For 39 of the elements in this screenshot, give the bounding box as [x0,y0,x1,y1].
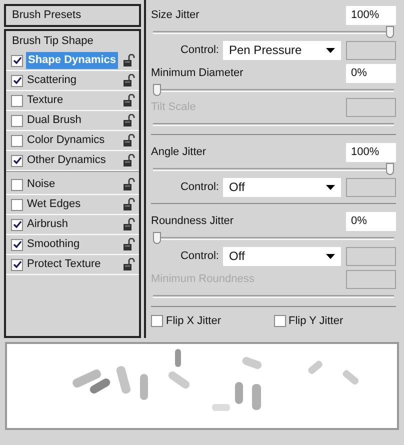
slider-label: Angle Jitter [151,144,206,160]
control-label: Control: [180,42,219,58]
control-label: Control: [180,180,219,195]
slider-label: Minimum Diameter [151,66,244,81]
slider-label: Roundness Jitter [151,214,234,229]
control-dropdown[interactable]: Off [223,246,341,266]
item-label: Dual Brush [26,113,82,128]
item-label: Scattering [26,73,78,88]
flip-checkbox[interactable]: Flip Y Jitter [274,313,396,330]
sidebar-item[interactable]: Scattering [6,71,139,91]
item-label: Texture [26,93,64,108]
control-dropdown[interactable]: Off [223,178,341,196]
sidebar-item[interactable]: Noise [6,175,139,195]
sidebar-item[interactable]: Smoothing [6,235,139,255]
flip-checkbox[interactable]: Flip X Jitter [151,313,274,330]
item-label: Shape Dynamics [26,52,118,69]
sidebar-item[interactable]: Color Dynamics [6,131,139,151]
item-label: Protect Texture [26,257,102,272]
value-field[interactable]: 0% [346,212,396,230]
sidebar-item[interactable]: Dual Brush [6,111,139,131]
slider-label: Size Jitter [151,8,200,23]
control-dropdown[interactable]: Pen Pressure [223,40,341,60]
value-field[interactable]: 100% [346,6,396,24]
sidebar-item[interactable]: Airbrush [6,215,139,235]
brush-presets-tab[interactable]: Brush Presets [4,4,141,27]
sidebar-item[interactable]: Other Dynamics [6,151,139,171]
control-label: Control: [180,248,219,264]
brush-tip-shape-item[interactable]: Brush Tip Shape [6,31,139,51]
item-label: Other Dynamics [26,153,107,168]
item-label: Color Dynamics [26,133,106,148]
item-label: Wet Edges [26,197,82,212]
item-label: Noise [26,177,56,192]
sidebar-item[interactable]: Protect Texture [6,255,139,275]
value-field[interactable]: 100% [346,142,396,162]
value-field[interactable]: 0% [346,64,396,82]
item-label: Smoothing [26,237,81,252]
sidebar-item[interactable]: Texture [6,91,139,111]
sidebar-item[interactable]: Wet Edges [6,195,139,215]
item-label: Airbrush [26,217,69,232]
